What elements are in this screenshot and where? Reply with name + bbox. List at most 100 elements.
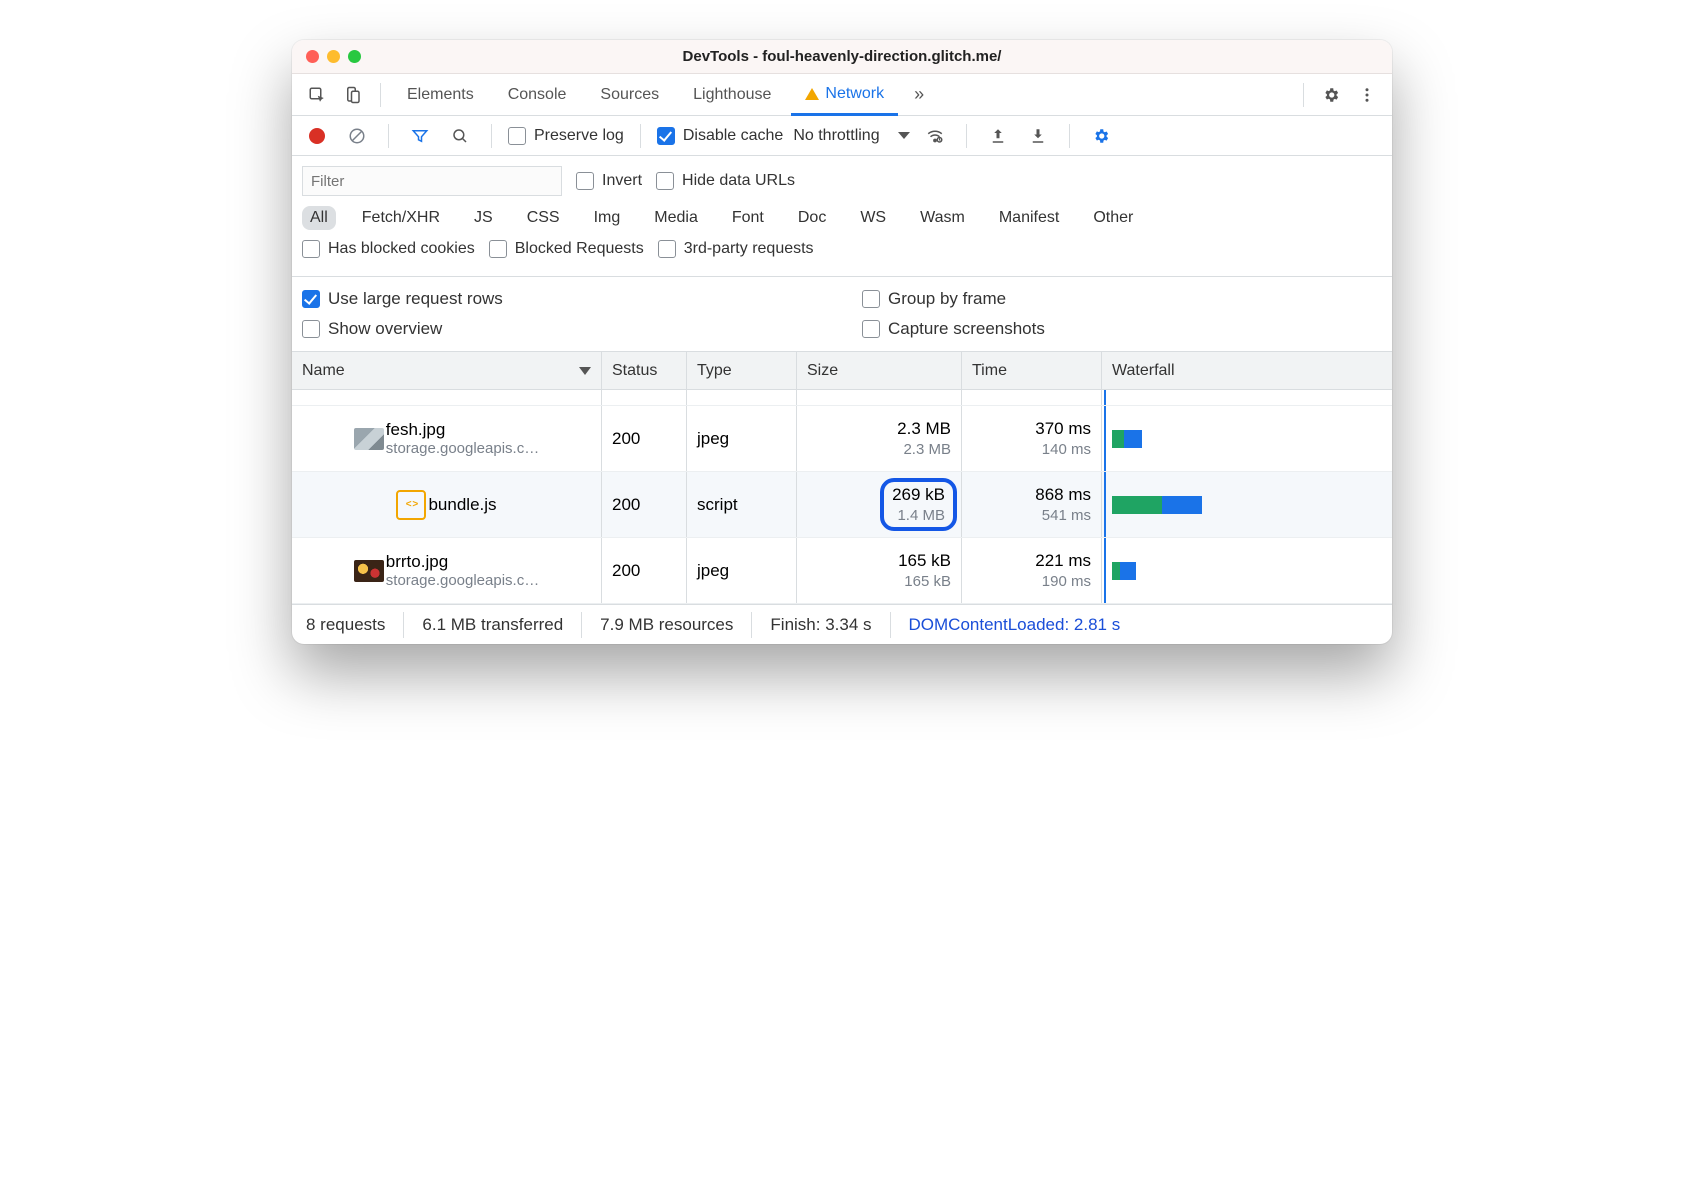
resource-type: jpeg [697, 429, 729, 449]
tab-console[interactable]: Console [494, 74, 581, 116]
type-filter-media[interactable]: Media [646, 206, 706, 230]
size-resource: 165 kB [904, 573, 951, 590]
maximize-window-button[interactable] [348, 50, 361, 63]
filter-input[interactable] [302, 166, 562, 196]
file-thumbnail [354, 428, 384, 450]
capture-screenshots-checkbox[interactable]: Capture screenshots [862, 319, 1382, 339]
col-time[interactable]: Time [962, 352, 1102, 389]
invert-checkbox[interactable]: Invert [576, 172, 642, 190]
dom-content-loaded: DOMContentLoaded: 2.81 s [891, 612, 1139, 638]
size-resource: 2.3 MB [903, 441, 951, 458]
tab-lighthouse[interactable]: Lighthouse [679, 74, 785, 116]
finish-time: Finish: 3.34 s [752, 612, 890, 638]
record-button[interactable] [302, 121, 332, 151]
has-blocked-cookies-checkbox[interactable]: Has blocked cookies [302, 240, 475, 258]
type-filter-fetch[interactable]: Fetch/XHR [354, 206, 448, 230]
kebab-menu-icon[interactable] [1352, 80, 1382, 110]
resources-size: 7.9 MB resources [582, 612, 752, 638]
file-thumbnail [354, 560, 384, 582]
type-filter-font[interactable]: Font [724, 206, 772, 230]
display-options: Use large request rows Group by frame Sh… [292, 277, 1392, 352]
col-size[interactable]: Size [797, 352, 962, 389]
time-latency: 140 ms [1042, 441, 1091, 458]
table-row[interactable]: bundle.js 200 script 269 kB 1.4 MB 868 m… [292, 472, 1392, 538]
type-filter-wasm[interactable]: Wasm [912, 206, 973, 230]
blocked-requests-checkbox[interactable]: Blocked Requests [489, 240, 644, 258]
table-row[interactable]: brrto.jpg storage.googleapis.c… 200 jpeg… [292, 538, 1392, 604]
show-overview-checkbox[interactable]: Show overview [302, 319, 822, 339]
col-status[interactable]: Status [602, 352, 687, 389]
transferred-size: 6.1 MB transferred [404, 612, 582, 638]
type-filter-ws[interactable]: WS [852, 206, 894, 230]
col-waterfall[interactable]: Waterfall [1102, 352, 1392, 389]
throttling-select[interactable]: No throttling [793, 127, 909, 145]
table-row-cutoff [292, 390, 1392, 406]
third-party-checkbox[interactable]: 3rd-party requests [658, 240, 814, 258]
requests-count: 8 requests [306, 612, 404, 638]
throttling-value: No throttling [793, 127, 879, 145]
network-settings-icon[interactable] [1086, 121, 1116, 151]
status-code: 200 [612, 561, 640, 581]
preserve-log-checkbox[interactable]: Preserve log [508, 127, 624, 145]
third-party-label: 3rd-party requests [684, 240, 814, 258]
clear-button[interactable] [342, 121, 372, 151]
type-filter-css[interactable]: CSS [519, 206, 568, 230]
tab-elements[interactable]: Elements [393, 74, 488, 116]
chevron-down-icon [898, 132, 910, 139]
type-filter-manifest[interactable]: Manifest [991, 206, 1067, 230]
request-name: fesh.jpg [386, 420, 539, 440]
panel-tabs: Elements Console Sources Lighthouse Netw… [292, 74, 1392, 116]
time-latency: 541 ms [1042, 507, 1091, 524]
size-resource: 1.4 MB [897, 507, 945, 524]
network-conditions-icon[interactable] [920, 121, 950, 151]
capture-screenshots-label: Capture screenshots [888, 319, 1045, 339]
tab-network[interactable]: Network [791, 74, 898, 116]
time-total: 370 ms [1035, 419, 1091, 439]
col-name[interactable]: Name [292, 352, 602, 389]
window-controls [306, 50, 361, 63]
tab-network-label: Network [825, 85, 884, 103]
close-window-button[interactable] [306, 50, 319, 63]
show-overview-label: Show overview [328, 319, 442, 339]
table-row[interactable]: fesh.jpg storage.googleapis.c… 200 jpeg … [292, 406, 1392, 472]
type-filter-img[interactable]: Img [586, 206, 629, 230]
download-har-icon[interactable] [1023, 121, 1053, 151]
devtools-window: DevTools - foul-heavenly-direction.glitc… [292, 40, 1392, 644]
filter-panel: Invert Hide data URLs All Fetch/XHR JS C… [292, 156, 1392, 277]
disable-cache-label: Disable cache [683, 127, 784, 145]
network-toolbar: Preserve log Disable cache No throttling [292, 116, 1392, 156]
filter-toggle-icon[interactable] [405, 121, 435, 151]
disable-cache-checkbox[interactable]: Disable cache [657, 127, 784, 145]
preserve-log-label: Preserve log [534, 127, 624, 145]
col-type[interactable]: Type [687, 352, 797, 389]
size-transferred: 165 kB [898, 551, 951, 571]
sort-desc-icon [579, 367, 591, 375]
request-name: bundle.js [428, 495, 496, 515]
type-filter-other[interactable]: Other [1085, 206, 1141, 230]
hide-data-urls-checkbox[interactable]: Hide data URLs [656, 172, 795, 190]
use-large-rows-label: Use large request rows [328, 289, 503, 309]
resource-type: jpeg [697, 561, 729, 581]
request-domain: storage.googleapis.c… [386, 440, 539, 457]
type-filter-js[interactable]: JS [466, 206, 501, 230]
upload-har-icon[interactable] [983, 121, 1013, 151]
titlebar: DevTools - foul-heavenly-direction.glitc… [292, 40, 1392, 74]
time-latency: 190 ms [1042, 573, 1091, 590]
group-by-frame-checkbox[interactable]: Group by frame [862, 289, 1382, 309]
type-filter-all[interactable]: All [302, 206, 336, 230]
status-code: 200 [612, 429, 640, 449]
status-bar: 8 requests 6.1 MB transferred 7.9 MB res… [292, 604, 1392, 644]
tab-sources[interactable]: Sources [586, 74, 673, 116]
warning-icon [805, 88, 819, 100]
device-toggle-icon[interactable] [338, 80, 368, 110]
settings-icon[interactable] [1316, 80, 1346, 110]
minimize-window-button[interactable] [327, 50, 340, 63]
search-icon[interactable] [445, 121, 475, 151]
type-filter-doc[interactable]: Doc [790, 206, 834, 230]
inspect-element-icon[interactable] [302, 80, 332, 110]
use-large-rows-checkbox[interactable]: Use large request rows [302, 289, 822, 309]
has-blocked-cookies-label: Has blocked cookies [328, 240, 475, 258]
request-domain: storage.googleapis.c… [386, 572, 539, 589]
more-tabs-icon[interactable]: » [904, 80, 934, 110]
window-title: DevTools - foul-heavenly-direction.glitc… [292, 48, 1392, 65]
